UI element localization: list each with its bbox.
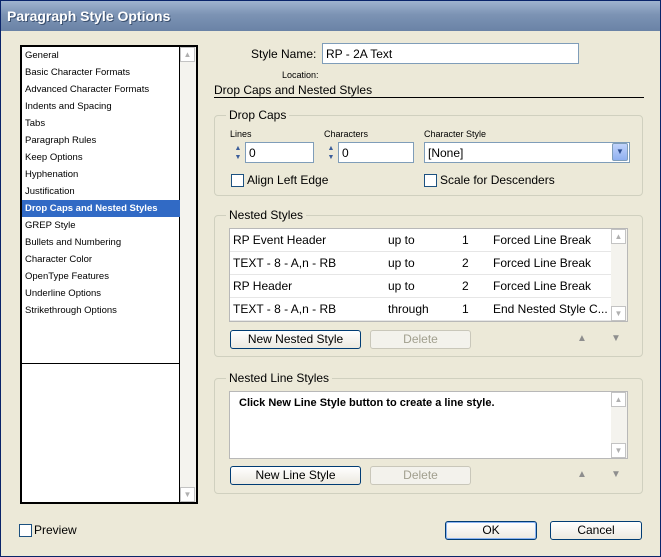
characters-value: 0	[342, 146, 349, 160]
category-list-scrollbar[interactable]: ▲ ▼	[180, 47, 196, 502]
category-item[interactable]: Drop Caps and Nested Styles	[22, 200, 180, 217]
section-title: Drop Caps and Nested Styles	[214, 83, 373, 97]
nested-style-until: Forced Line Break	[493, 256, 592, 270]
lines-value: 0	[249, 146, 256, 160]
new-nested-style-label: New Nested Style	[247, 332, 344, 346]
list-end-divider	[22, 363, 180, 364]
nested-style-until: End Nested Style C...	[493, 302, 608, 316]
ok-label: OK	[482, 523, 500, 537]
nested-style-count: 2	[462, 256, 469, 270]
align-left-edge-label: Align Left Edge	[247, 173, 329, 187]
scroll-up-icon[interactable]: ▲	[611, 229, 626, 244]
characters-stepper[interactable]: ▲ ▼	[325, 144, 337, 164]
align-left-edge-checkbox[interactable]	[231, 174, 244, 187]
category-item[interactable]: Basic Character Formats	[22, 64, 180, 81]
delete-nested-style-label: Delete	[403, 332, 438, 346]
nested-style-op: up to	[388, 279, 415, 293]
ok-button[interactable]: OK	[445, 521, 537, 540]
category-item[interactable]: Tabs	[22, 115, 180, 132]
nested-style-until: Forced Line Break	[493, 279, 592, 293]
preview-checkbox[interactable]	[19, 524, 32, 537]
cancel-label: Cancel	[577, 523, 615, 537]
nested-style-row[interactable]: RP Event Header up to 1 Forced Line Break	[230, 229, 611, 252]
nested-style-until: Forced Line Break	[493, 233, 592, 247]
nested-style-count: 1	[462, 302, 469, 316]
nested-style-op: up to	[388, 233, 415, 247]
cancel-button[interactable]: Cancel	[550, 521, 642, 540]
category-list: General Basic Character Formats Advanced C…	[20, 45, 198, 504]
paragraph-style-options-dialog: Paragraph Style Options General Basic Cha…	[0, 0, 661, 557]
nested-style-style: RP Event Header	[233, 233, 327, 247]
title-bar[interactable]: Paragraph Style Options	[1, 1, 660, 31]
character-style-value: [None]	[428, 146, 464, 160]
lines-input[interactable]: 0	[245, 142, 314, 163]
move-down-icon[interactable]: ▼	[611, 333, 621, 344]
scroll-down-icon[interactable]: ▼	[611, 306, 626, 321]
category-item[interactable]: Underline Options	[22, 285, 180, 302]
category-item[interactable]: General	[22, 47, 180, 64]
nested-styles-scrollbar[interactable]: ▲ ▼	[611, 229, 627, 321]
new-line-style-label: New Line Style	[255, 468, 336, 482]
category-item[interactable]: Paragraph Rules	[22, 132, 180, 149]
characters-label: Characters	[324, 129, 369, 139]
chevron-down-icon[interactable]: ▼	[612, 143, 628, 161]
style-name-value: RP - 2A Text	[326, 47, 393, 61]
nested-line-styles-hint: Click New Line Style button to create a …	[239, 397, 495, 409]
scale-for-descenders-label: Scale for Descenders	[440, 173, 555, 187]
category-item[interactable]: Justification	[22, 183, 180, 200]
nested-style-style: RP Header	[233, 279, 293, 293]
nested-styles-table: RP Event Header up to 1 Forced Line Break TE…	[229, 228, 628, 322]
nested-styles-title: Nested Styles	[226, 208, 307, 222]
move-up-icon[interactable]: ▲	[577, 469, 587, 480]
nested-style-op: up to	[388, 256, 415, 270]
scroll-down-icon[interactable]: ▼	[611, 443, 626, 458]
nested-style-row[interactable]: RP Header up to 2 Forced Line Break	[230, 275, 611, 298]
category-item[interactable]: Indents and Spacing	[22, 98, 180, 115]
nested-style-op: through	[388, 302, 429, 316]
category-item[interactable]: Bullets and Numbering	[22, 234, 180, 251]
scroll-up-icon[interactable]: ▲	[180, 47, 195, 62]
nested-line-styles-scrollbar[interactable]: ▲ ▼	[611, 392, 627, 458]
category-item[interactable]: OpenType Features	[22, 268, 180, 285]
window-title: Paragraph Style Options	[7, 8, 171, 24]
nested-style-row[interactable]: TEXT - 8 - A,n - RB through 1 End Nested St…	[230, 298, 611, 321]
move-down-icon[interactable]: ▼	[611, 469, 621, 480]
category-item[interactable]: Advanced Character Formats	[22, 81, 180, 98]
nested-line-styles-table: Click New Line Style button to create a …	[229, 391, 628, 459]
scroll-down-icon[interactable]: ▼	[180, 487, 195, 502]
character-style-label: Character Style	[424, 129, 487, 139]
nested-style-count: 1	[462, 233, 469, 247]
style-name-label: Style Name:	[251, 47, 317, 61]
category-item[interactable]: GREP Style	[22, 217, 180, 234]
preview-label: Preview	[34, 523, 77, 537]
delete-line-style-button[interactable]: Delete	[370, 466, 471, 485]
new-nested-style-button[interactable]: New Nested Style	[230, 330, 361, 349]
delete-nested-style-button[interactable]: Delete	[370, 330, 471, 349]
nested-style-style: TEXT - 8 - A,n - RB	[233, 256, 337, 270]
nested-style-row[interactable]: TEXT - 8 - A,n - RB up to 2 Forced Line Bre…	[230, 252, 611, 275]
category-item[interactable]: Keep Options	[22, 149, 180, 166]
move-up-icon[interactable]: ▲	[577, 333, 587, 344]
style-name-input[interactable]: RP - 2A Text	[322, 43, 579, 64]
drop-caps-title: Drop Caps	[226, 108, 290, 122]
location-label: Location:	[282, 70, 319, 80]
category-item[interactable]: Character Color	[22, 251, 180, 268]
category-item[interactable]: Hyphenation	[22, 166, 180, 183]
scale-for-descenders-checkbox[interactable]	[424, 174, 437, 187]
lines-label: Lines	[230, 129, 252, 139]
delete-line-style-label: Delete	[403, 468, 438, 482]
character-style-select[interactable]: [None] ▼	[424, 142, 630, 163]
new-line-style-button[interactable]: New Line Style	[230, 466, 361, 485]
nested-style-style: TEXT - 8 - A,n - RB	[233, 302, 337, 316]
lines-stepper[interactable]: ▲ ▼	[232, 144, 244, 164]
section-divider	[214, 97, 644, 98]
characters-input[interactable]: 0	[338, 142, 414, 163]
scroll-up-icon[interactable]: ▲	[611, 392, 626, 407]
nested-line-styles-title: Nested Line Styles	[226, 371, 333, 385]
category-item[interactable]: Strikethrough Options	[22, 302, 180, 319]
nested-style-count: 2	[462, 279, 469, 293]
